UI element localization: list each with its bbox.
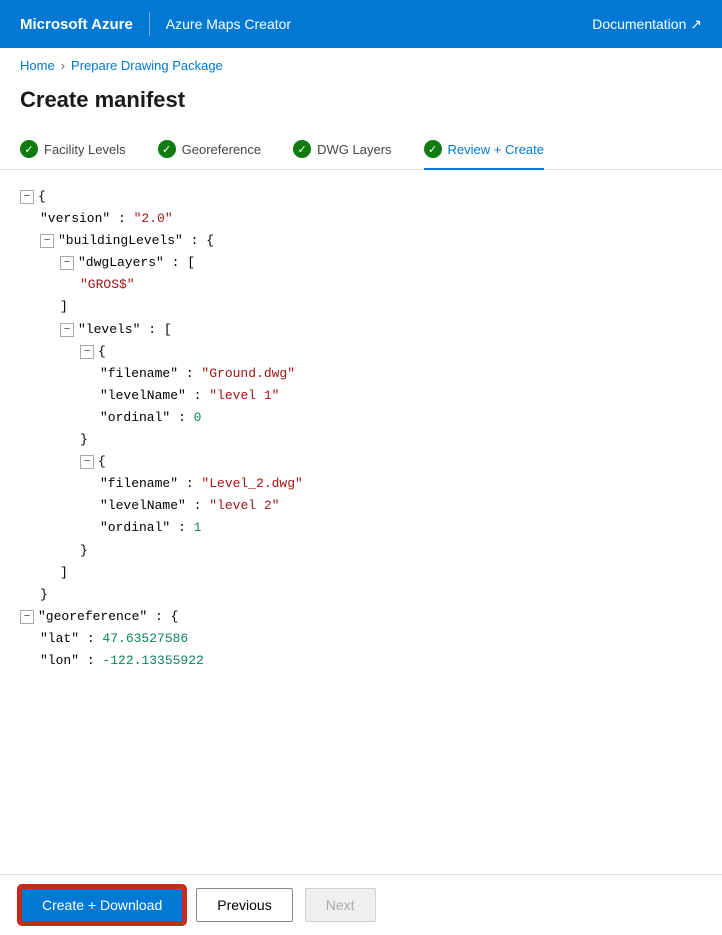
bottom-bar: Create + Download Previous Next [0,874,722,935]
docs-link[interactable]: Documentation ↗ [592,16,702,33]
breadcrumb: Home › Prepare Drawing Package [0,48,722,83]
previous-button[interactable]: Previous [196,888,292,922]
level1-open: − { [20,341,702,363]
tab-label-facility: Facility Levels [44,142,126,157]
level1-close: } [20,429,702,451]
tab-check-review: ✓ [424,140,442,158]
ordinal1-line: "ordinal" : 0 [20,407,702,429]
filename2-line: "filename" : "Level_2.dwg" [20,473,702,495]
levels-open: − "levels" : [ [20,319,702,341]
breadcrumb-home[interactable]: Home [20,58,55,73]
brand-name: Microsoft Azure [20,16,133,33]
breadcrumb-page[interactable]: Prepare Drawing Package [71,58,223,73]
tab-check-georeference: ✓ [158,140,176,158]
tab-georeference[interactable]: ✓ Georeference [158,130,262,170]
gros-line: "GROS$" [20,274,702,296]
json-viewer: − { "version" : "2.0" − "buildingLevels"… [0,170,722,688]
georeference-toggle[interactable]: − [20,610,34,624]
building-levels-close: } [20,584,702,606]
lon-line: "lon" : -122.13355922 [20,650,702,672]
create-download-button[interactable]: Create + Download [20,887,184,923]
header: Microsoft Azure Azure Maps Creator Docum… [0,0,722,48]
level1-toggle[interactable]: − [80,345,94,359]
level2-open: − { [20,451,702,473]
tab-review-create[interactable]: ✓ Review + Create [424,130,544,170]
levelname2-line: "levelName" : "level 2" [20,495,702,517]
tab-dwg-layers[interactable]: ✓ DWG Layers [293,130,391,170]
main-content: − { "version" : "2.0" − "buildingLevels"… [0,170,722,758]
tab-label-review: Review + Create [448,142,544,157]
tab-check-dwg: ✓ [293,140,311,158]
dwg-layers-open: − "dwgLayers" : [ [20,252,702,274]
page-title: Create manifest [0,83,722,129]
filename1-line: "filename" : "Ground.dwg" [20,363,702,385]
level2-close: } [20,540,702,562]
building-levels-open: − "buildingLevels" : { [20,230,702,252]
dwg-close: ] [20,296,702,318]
tab-check-facility: ✓ [20,140,38,158]
dwg-toggle[interactable]: − [60,256,74,270]
header-divider [149,12,150,36]
levels-toggle[interactable]: − [60,323,74,337]
tab-facility-levels[interactable]: ✓ Facility Levels [20,130,126,170]
root-open: − { [20,186,702,208]
lat-line: "lat" : 47.63527586 [20,628,702,650]
georeference-open: − "georeference" : { [20,606,702,628]
root-toggle[interactable]: − [20,190,34,204]
building-toggle[interactable]: − [40,234,54,248]
next-button: Next [305,888,376,922]
breadcrumb-separator: › [61,58,65,73]
tab-label-dwg: DWG Layers [317,142,391,157]
level2-toggle[interactable]: − [80,455,94,469]
tab-label-georeference: Georeference [182,142,262,157]
levelname1-line: "levelName" : "level 1" [20,385,702,407]
product-name: Azure Maps Creator [166,16,291,32]
version-line: "version" : "2.0" [20,208,702,230]
ordinal2-line: "ordinal" : 1 [20,517,702,539]
levels-close: ] [20,562,702,584]
tabs-container: ✓ Facility Levels ✓ Georeference ✓ DWG L… [0,129,722,170]
